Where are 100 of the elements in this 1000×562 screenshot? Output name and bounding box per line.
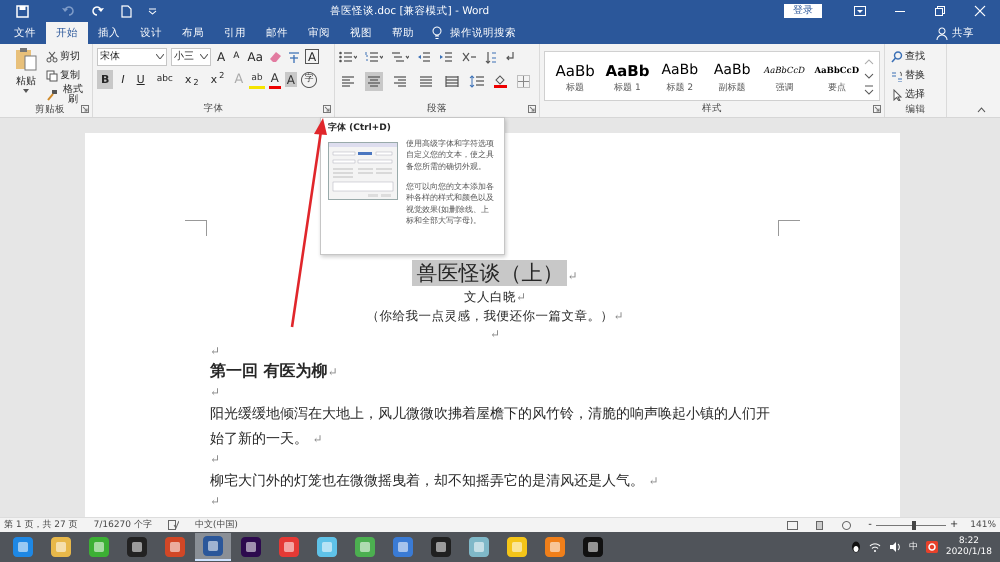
- margin-corner-mark: [185, 220, 207, 236]
- copy-icon: [46, 70, 58, 82]
- find-button[interactable]: 查找: [889, 47, 927, 66]
- enclose-button[interactable]: 字: [301, 72, 317, 88]
- redo-icon[interactable]: [91, 5, 105, 17]
- select-button[interactable]: 选择: [889, 85, 927, 104]
- dialog-launcher-icon[interactable]: [873, 105, 881, 113]
- restore-icon[interactable]: [934, 5, 946, 17]
- bullet-list-icon[interactable]: [339, 51, 357, 63]
- zoom-in-button[interactable]: +: [950, 519, 958, 531]
- style-option[interactable]: AaBb 副标题: [706, 56, 758, 96]
- proofing-icon[interactable]: [168, 520, 179, 530]
- dialog-launcher-icon[interactable]: [81, 105, 89, 113]
- ribbon-tab[interactable]: 开始: [46, 22, 88, 44]
- line-spacing-icon[interactable]: [469, 74, 485, 88]
- grow-font-button[interactable]: A: [215, 47, 228, 66]
- format-button[interactable]: U: [132, 70, 149, 89]
- style-option[interactable]: AaBb 标题 2: [654, 56, 706, 96]
- align-center-button[interactable]: [365, 72, 383, 90]
- group-label: 剪贴板: [35, 104, 65, 117]
- ribbon-tab[interactable]: 文件: [4, 22, 46, 44]
- format-button[interactable]: x$^{2}$: [206, 70, 228, 89]
- ribbon-tab[interactable]: 帮助: [382, 22, 424, 44]
- paragraph-mark-icon[interactable]: [505, 51, 515, 63]
- close-icon[interactable]: [974, 5, 986, 17]
- copy-button[interactable]: 复制: [44, 66, 88, 85]
- focus-mode-icon[interactable]: [787, 520, 798, 530]
- app-icon: [355, 537, 375, 557]
- multilevel-list-icon[interactable]: [391, 51, 409, 63]
- increase-indent-icon[interactable]: [439, 51, 453, 63]
- format-button[interactable]: I: [117, 70, 129, 89]
- format-button[interactable]: abc: [152, 70, 177, 89]
- taskbar-app[interactable]: [195, 533, 231, 561]
- clock-time[interactable]: 8:22: [946, 536, 992, 547]
- ribbon-tab[interactable]: 插入: [88, 22, 130, 44]
- decrease-indent-icon[interactable]: [417, 51, 431, 63]
- character-border-button[interactable]: A: [304, 49, 320, 64]
- sort-icon[interactable]: [485, 50, 497, 64]
- sign-in-button[interactable]: 登录: [784, 4, 822, 18]
- body-paragraph: 阳光缓缓地倾泻在大地上，风儿微微吹拂着屋檐下的风竹铃，清脆的响声唤起小镇的人们开始了新的一天。 ↵: [210, 405, 771, 449]
- collapse-ribbon-icon[interactable]: [977, 107, 986, 113]
- dialog-launcher-icon[interactable]: [528, 105, 536, 113]
- undo-icon[interactable]: [61, 5, 75, 17]
- language-indicator[interactable]: 中文(中国): [194, 520, 238, 530]
- more-styles-icon[interactable]: [863, 83, 875, 97]
- volume-icon[interactable]: [888, 542, 901, 552]
- style-option[interactable]: AaBb 标题: [549, 56, 602, 96]
- style-option[interactable]: AaBbCcD 强调: [758, 56, 811, 96]
- input-method[interactable]: 中: [908, 542, 918, 552]
- app-icon: [583, 537, 603, 557]
- paragraph-mark: ↵: [490, 327, 500, 341]
- save-icon[interactable]: [16, 4, 29, 18]
- paragraph-mark: ↵: [210, 452, 220, 466]
- input-method-icon[interactable]: [926, 541, 938, 553]
- cut-button[interactable]: 剪切: [44, 47, 88, 66]
- paragraph-mark: ↵: [567, 269, 578, 283]
- shrink-font-button[interactable]: A: [231, 47, 242, 66]
- font-name-field[interactable]: 宋体: [97, 48, 167, 66]
- ribbon-display-icon[interactable]: [854, 6, 866, 16]
- color-button[interactable]: A: [268, 70, 281, 89]
- word-count[interactable]: 7/16270 个字: [94, 520, 152, 530]
- format-painter-button[interactable]: 格式刷: [44, 85, 88, 104]
- paint-bucket-icon[interactable]: [493, 74, 509, 88]
- numbered-list-icon[interactable]: [365, 51, 383, 63]
- ribbon-tab[interactable]: 邮件: [256, 22, 298, 44]
- zoom-slider-thumb[interactable]: [912, 520, 916, 530]
- align-center-icon: [367, 74, 381, 88]
- zoom-level[interactable]: 141%: [970, 520, 996, 530]
- ribbon-tab[interactable]: 视图: [340, 22, 382, 44]
- borders-icon[interactable]: [517, 74, 530, 88]
- format-button[interactable]: B: [97, 70, 114, 89]
- ribbon-tab[interactable]: 布局: [172, 22, 214, 44]
- paragraph-mark: ↵: [328, 365, 338, 379]
- dialog-launcher-icon[interactable]: [323, 105, 331, 113]
- wifi-icon[interactable]: [868, 542, 881, 552]
- ribbon-tab[interactable]: 审阅: [298, 22, 340, 44]
- magnifier-icon: [891, 50, 903, 62]
- new-document-icon[interactable]: [121, 4, 132, 18]
- print-layout-icon[interactable]: [814, 520, 826, 530]
- customize-caret-icon[interactable]: [148, 7, 157, 15]
- centered-line: 文人白晓: [464, 289, 516, 304]
- web-layout-icon[interactable]: [841, 520, 852, 530]
- format-button[interactable]: x$_{2}$: [180, 70, 203, 89]
- change-case-button[interactable]: Aa: [245, 47, 265, 66]
- replace-button[interactable]: 替换: [889, 66, 927, 85]
- highlight-button[interactable]: ab: [249, 70, 265, 89]
- tell-me-search[interactable]: 操作说明搜索: [450, 26, 516, 40]
- font-size-field[interactable]: 小三: [171, 48, 211, 66]
- style-option[interactable]: AaBbCcD 要点: [810, 56, 863, 96]
- zoom-out-button[interactable]: -: [868, 519, 872, 531]
- style-option[interactable]: AaBb 标题 1: [601, 56, 654, 96]
- ribbon-tab[interactable]: 设计: [130, 22, 172, 44]
- clock-date[interactable]: 2020/1/18: [946, 547, 992, 558]
- paste-button[interactable]: 粘贴: [12, 47, 40, 103]
- page-count[interactable]: 第 1 页，共 27 页: [4, 520, 78, 530]
- app-icon: [51, 537, 71, 557]
- share-button[interactable]: 共享: [926, 22, 984, 44]
- shading-button[interactable]: A: [284, 72, 297, 87]
- penguin-icon[interactable]: [850, 541, 861, 553]
- ribbon-tab[interactable]: 引用: [214, 22, 256, 44]
